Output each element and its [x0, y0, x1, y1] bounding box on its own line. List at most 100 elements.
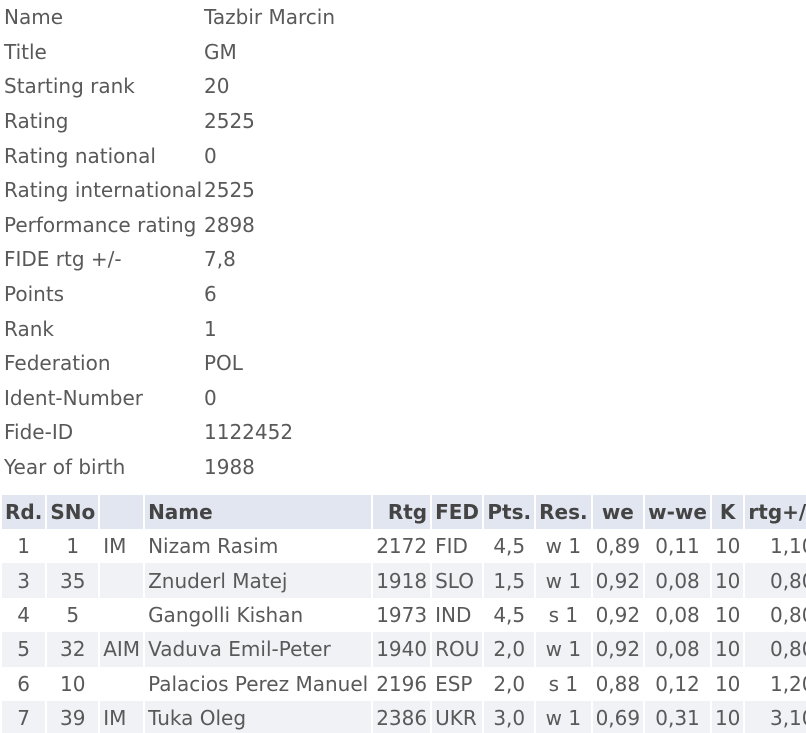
info-label: Rating: [4, 109, 69, 134]
info-value: GM: [204, 39, 237, 64]
info-row-title: Title GM: [4, 35, 335, 70]
cell-res: w 1: [536, 700, 591, 733]
cell-we: 0,89: [595, 534, 641, 559]
cell-res: w 1: [536, 632, 591, 667]
opponent-link[interactable]: Tuka Oleg: [145, 700, 372, 733]
col-header-k[interactable]: K: [711, 495, 744, 529]
info-row-rank: Rank 1: [4, 311, 335, 346]
info-value: 7,8: [204, 247, 236, 272]
cell-title: [100, 563, 144, 598]
cell-rd: 3: [2, 563, 46, 598]
info-label: Points: [4, 282, 65, 307]
cell-title: [100, 598, 143, 632]
cell-pts: 3,0: [484, 700, 535, 733]
info-label: Starting rank: [4, 74, 135, 99]
cell-rd: 7: [2, 700, 46, 733]
col-header-fed[interactable]: FED: [432, 495, 483, 529]
cell-w-we: 0,12: [655, 671, 700, 696]
cell-rd: 4: [17, 602, 31, 627]
cell-k: 10: [714, 602, 741, 627]
info-value: 20: [204, 74, 230, 99]
info-value: 6: [204, 282, 217, 307]
col-header-rd[interactable]: Rd.: [2, 495, 46, 529]
info-label: Rating international: [4, 178, 203, 203]
cell-rtg: 1940: [373, 632, 431, 667]
games-table: Rd. SNo Name Rtg FED Pts. Res. we w-we K…: [0, 495, 806, 733]
info-row-federation: Federation POL: [4, 346, 335, 381]
col-header-sno[interactable]: SNo: [47, 495, 99, 529]
cell-fed: FID: [435, 534, 468, 559]
games-header-row: Rd. SNo Name Rtg FED Pts. Res. we w-we K…: [2, 495, 806, 529]
cell-rtg-diff: 1,20: [769, 671, 806, 696]
col-header-rtg[interactable]: Rtg: [373, 495, 431, 529]
table-row: 4 5 Gangolli Kishan 1973 IND 4,5 s 1 0,9…: [2, 598, 806, 632]
cell-pts: 2,0: [484, 632, 535, 667]
col-header-we[interactable]: we: [592, 495, 644, 529]
info-label: Federation: [4, 351, 111, 376]
cell-rtg: 2172: [376, 534, 428, 559]
cell-pts: 2,0: [493, 671, 526, 696]
info-row-name: Name Tazbir Marcin: [4, 0, 335, 35]
col-header-res[interactable]: Res.: [536, 495, 591, 529]
cell-rd: 1: [17, 534, 31, 559]
table-row: 1 1 IM Nizam Rasim 2172 FID 4,5 w 1 0,89…: [2, 529, 806, 563]
cell-rtg-diff: 0,80: [745, 632, 806, 667]
info-label: Performance rating: [4, 212, 197, 237]
cell-rtg: 1973: [376, 602, 428, 627]
cell-w-we: 0,08: [645, 632, 710, 667]
info-value: 0: [204, 143, 217, 168]
cell-we: 0,69: [592, 700, 644, 733]
info-value: 1: [204, 316, 217, 341]
cell-rtg: 1918: [373, 563, 431, 598]
cell-fed: UKR: [432, 700, 483, 733]
info-row-rating-international: Rating international 2525: [4, 173, 335, 208]
cell-fed: IND: [435, 602, 472, 627]
cell-k: 10: [711, 632, 744, 667]
cell-sno: 1: [66, 534, 80, 559]
cell-rd: 5: [2, 632, 46, 667]
info-row-fide-id: Fide-ID 1122452: [4, 415, 335, 450]
info-value: POL: [204, 351, 243, 376]
cell-title: [100, 667, 143, 701]
info-label: Fide-ID: [4, 420, 74, 445]
info-row-fide-rtg: FIDE rtg +/- 7,8: [4, 242, 335, 277]
cell-w-we: 0,08: [645, 563, 710, 598]
cell-we: 0,92: [592, 632, 644, 667]
cell-res: w 1: [545, 534, 582, 559]
info-value: 1988: [204, 455, 255, 480]
col-header-rtg-diff[interactable]: rtg+/-: [745, 495, 806, 529]
info-row-starting-rank: Starting rank 20: [4, 69, 335, 104]
cell-sno: 32: [47, 632, 99, 667]
info-label: Year of birth: [4, 455, 126, 480]
col-header-title[interactable]: [100, 495, 144, 529]
table-row: 7 39 IM Tuka Oleg 2386 UKR 3,0 w 1 0,69 …: [2, 700, 806, 733]
cell-title: AIM: [100, 632, 144, 667]
cell-rtg-diff: 0,80: [769, 602, 806, 627]
opponent-link[interactable]: Palacios Perez Manuel: [145, 667, 371, 701]
cell-k: 10: [714, 671, 741, 696]
cell-rd: 6: [17, 671, 31, 696]
col-header-w-we[interactable]: w-we: [645, 495, 710, 529]
cell-sno: 39: [47, 700, 99, 733]
opponent-link[interactable]: Znuderl Matej: [145, 563, 372, 598]
info-label: Ident-Number: [4, 385, 143, 410]
table-row: 6 10 Palacios Perez Manuel 2196 ESP 2,0 …: [2, 667, 806, 701]
cell-rtg-diff: 0,80: [745, 563, 806, 598]
cell-w-we: 0,11: [655, 534, 700, 559]
info-value: 2525: [204, 109, 255, 134]
info-label: FIDE rtg +/-: [4, 247, 122, 272]
player-info: Name Tazbir Marcin Title GM Starting rank 2…: [4, 0, 335, 484]
table-row: 3 35 Znuderl Matej 1918 SLO 1,5 w 1 0,92…: [2, 563, 806, 598]
opponent-link[interactable]: Gangolli Kishan: [145, 598, 371, 632]
info-row-rating: Rating 2525: [4, 104, 335, 139]
info-value: 2525: [204, 178, 255, 203]
cell-w-we: 0,08: [655, 602, 700, 627]
info-label: Rating national: [4, 143, 156, 168]
info-label: Rank: [4, 316, 54, 341]
col-header-name[interactable]: Name: [145, 495, 372, 529]
cell-fed: ESP: [435, 671, 473, 696]
opponent-link[interactable]: Vaduva Emil-Peter: [145, 632, 372, 667]
info-row-performance-rating: Performance rating 2898: [4, 208, 335, 243]
col-header-pts[interactable]: Pts.: [484, 495, 535, 529]
opponent-link[interactable]: Nizam Rasim: [145, 529, 371, 563]
